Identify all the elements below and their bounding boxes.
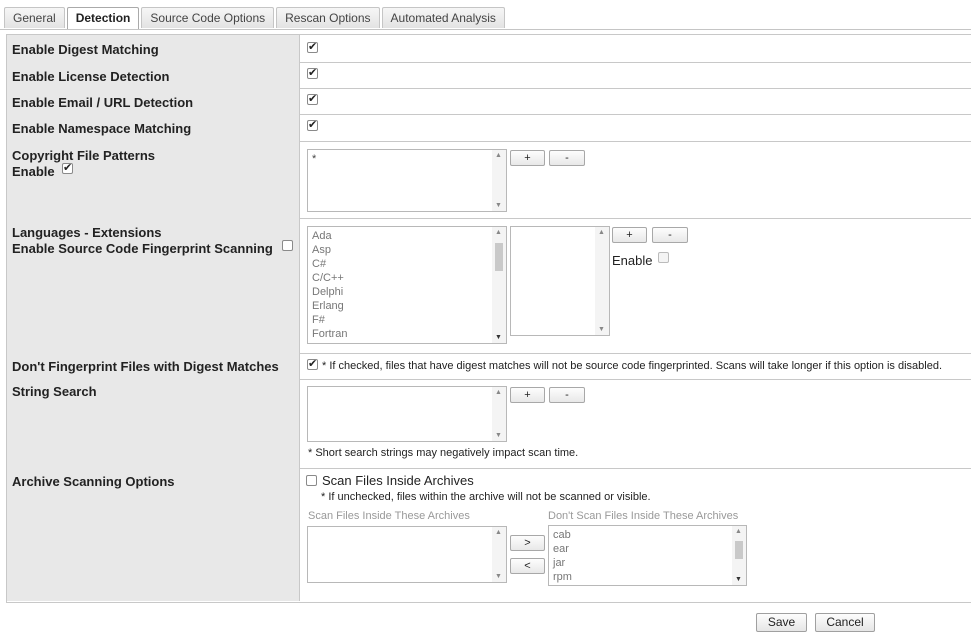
include-archives-list[interactable]: ▲ ▼ (307, 526, 507, 583)
move-right-button[interactable]: > (510, 535, 545, 551)
language-enable-label: Enable (612, 253, 653, 268)
scroll-up-icon: ▲ (495, 229, 502, 236)
scroll-thumb[interactable] (735, 541, 743, 559)
scroll-down-icon: ▼ (598, 326, 605, 333)
cancel-button[interactable]: Cancel (815, 613, 875, 632)
list-item[interactable]: C/C++ (312, 271, 490, 285)
list-item[interactable]: Fortran (312, 327, 490, 341)
copyright-patterns-list[interactable]: * ▲ ▼ (307, 149, 507, 212)
list-item[interactable]: C# (312, 257, 490, 271)
list-item[interactable]: Erlang (312, 299, 490, 313)
save-button[interactable]: Save (756, 613, 807, 632)
scroll-down-icon: ▼ (495, 432, 502, 439)
scroll-up-icon: ▲ (495, 152, 502, 159)
namespace-matching-label: Enable Namespace Matching (12, 121, 192, 136)
remove-copyright-pattern-button[interactable]: - (549, 150, 585, 166)
copyright-enable-checkbox[interactable] (62, 161, 73, 174)
digest-matching-checkbox[interactable] (307, 40, 318, 53)
scroll-down-icon: ▼ (735, 576, 742, 583)
license-detection-checkbox[interactable] (307, 66, 318, 79)
scrollbar[interactable]: ▲ ▼ (492, 150, 506, 211)
scroll-down-icon: ▼ (495, 202, 502, 209)
row-copyright-file-patterns: Copyright File Patterns Enable * ▲▼ + - (7, 141, 971, 219)
copyright-patterns-label: Copyright File Patterns (12, 148, 156, 163)
dont-fingerprint-checkbox[interactable] (307, 357, 318, 370)
list-item[interactable]: Asp (312, 243, 490, 257)
string-search-list[interactable]: ▲ ▼ (307, 386, 507, 442)
add-search-string-button[interactable]: + (510, 387, 545, 403)
tab-general[interactable]: General (4, 7, 65, 28)
dont-fingerprint-label: Don't Fingerprint Files with Digest Matc… (12, 359, 279, 374)
string-search-note: * Short search strings may negatively im… (308, 447, 579, 459)
languages-extensions-label: Languages - Extensions (12, 225, 162, 240)
add-copyright-pattern-button[interactable]: + (510, 150, 545, 166)
scrollbar[interactable]: ▲ ▼ (732, 526, 746, 585)
add-extension-button[interactable]: + (612, 227, 647, 243)
digest-matching-label: Enable Digest Matching (12, 42, 159, 57)
include-archives-label: Scan Files Inside These Archives (308, 510, 470, 522)
license-detection-label: Enable License Detection (12, 69, 170, 84)
tab-detection[interactable]: Detection (66, 7, 140, 30)
scan-inside-archives-label: Scan Files Inside Archives (322, 473, 474, 488)
scroll-down-icon: ▼ (495, 573, 502, 580)
list-item[interactable]: F# (312, 313, 490, 327)
detection-panel: Enable Digest Matching Enable License De… (6, 34, 971, 603)
archive-scanning-label: Archive Scanning Options (12, 474, 175, 489)
fingerprint-scanning-checkbox[interactable] (282, 240, 293, 251)
archive-note: * If unchecked, files within the archive… (321, 491, 651, 503)
row-namespace-matching: Enable Namespace Matching (7, 114, 971, 142)
list-item[interactable]: jar (553, 556, 730, 570)
scrollbar[interactable]: ▲ ▼ (492, 227, 506, 343)
fingerprint-scanning-label: Enable Source Code Fingerprint Scanning (12, 241, 273, 256)
tab-automated-analysis[interactable]: Automated Analysis (381, 7, 505, 28)
remove-search-string-button[interactable]: - (549, 387, 585, 403)
scroll-up-icon: ▲ (598, 229, 605, 236)
row-dont-fingerprint: Don't Fingerprint Files with Digest Matc… (7, 353, 971, 380)
list-item[interactable]: rpm (553, 570, 730, 584)
list-item[interactable]: ear (553, 542, 730, 556)
language-enable-checkbox[interactable] (658, 252, 669, 263)
list-item[interactable]: Delphi (312, 285, 490, 299)
exclude-archives-list[interactable]: cab ear jar rpm ▲ ▼ (548, 525, 747, 586)
row-string-search: String Search ▲ ▼ + - * Short search stri… (7, 379, 971, 469)
email-url-detection-checkbox[interactable] (307, 92, 318, 105)
list-item[interactable]: cab (553, 528, 730, 542)
email-url-detection-label: Enable Email / URL Detection (12, 95, 194, 110)
list-item[interactable]: * (312, 152, 490, 166)
exclude-archives-label: Don't Scan Files Inside These Archives (548, 510, 739, 522)
move-left-button[interactable]: < (510, 558, 545, 574)
scrollbar[interactable]: ▲ ▼ (492, 387, 506, 441)
row-license-detection: Enable License Detection (7, 62, 971, 89)
row-digest-matching: Enable Digest Matching (7, 35, 971, 63)
tab-source-code-options[interactable]: Source Code Options (141, 7, 275, 28)
tab-divider (0, 29, 971, 30)
scroll-up-icon: ▲ (735, 528, 742, 535)
row-email-url-detection: Enable Email / URL Detection (7, 88, 971, 115)
tab-rescan-options[interactable]: Rescan Options (276, 7, 380, 28)
tab-bar: General Detection Source Code Options Re… (4, 7, 507, 30)
remove-extension-button[interactable]: - (652, 227, 688, 243)
scroll-up-icon: ▲ (495, 529, 502, 536)
copyright-enable-label: Enable (12, 164, 55, 179)
row-archive-scanning: Archive Scanning Options Scan Files Insi… (7, 468, 971, 601)
scroll-thumb[interactable] (495, 243, 503, 271)
scrollbar[interactable]: ▲ ▼ (595, 227, 609, 335)
namespace-matching-checkbox[interactable] (307, 118, 318, 131)
scan-inside-archives-checkbox[interactable] (306, 475, 317, 486)
row-languages-extensions: Languages - Extensions Enable Source Cod… (7, 218, 971, 354)
scrollbar[interactable]: ▲ ▼ (492, 527, 506, 582)
scroll-down-icon: ▼ (495, 334, 502, 341)
list-item[interactable]: Ada (312, 229, 490, 243)
scroll-up-icon: ▲ (495, 389, 502, 396)
languages-list[interactable]: Ada Asp C# C/C++ Delphi Erlang F# Fortra… (307, 226, 507, 344)
string-search-label: String Search (12, 384, 97, 399)
dont-fingerprint-note: * If checked, files that have digest mat… (322, 360, 943, 372)
extensions-list[interactable]: ▲ ▼ (510, 226, 610, 336)
